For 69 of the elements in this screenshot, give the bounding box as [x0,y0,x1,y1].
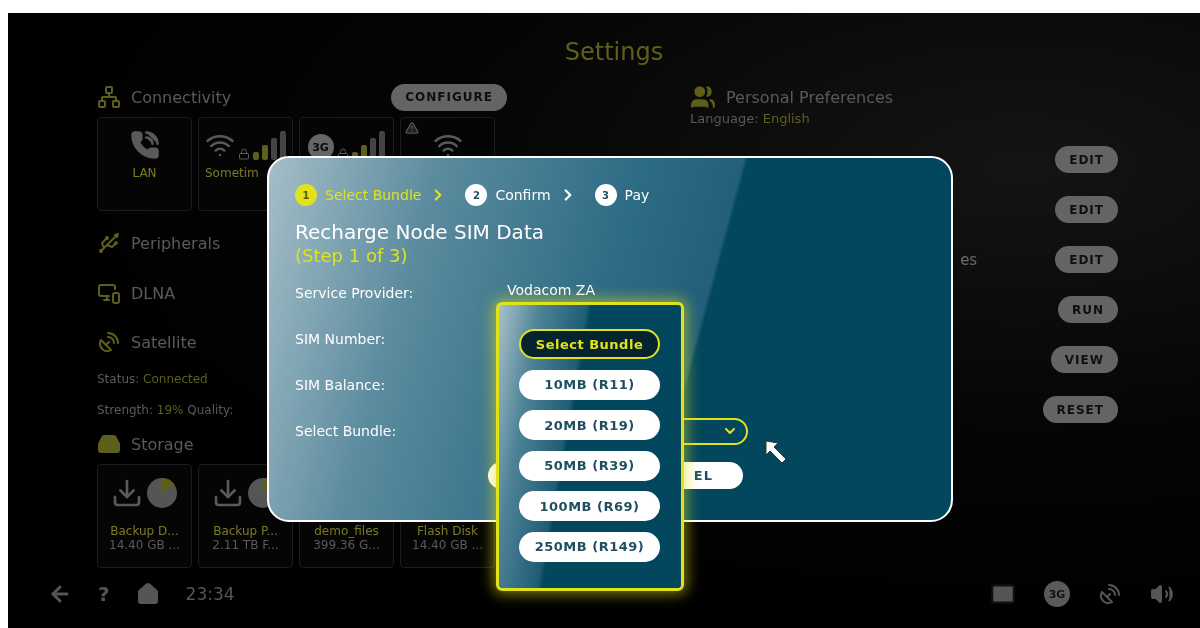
home-icon[interactable] [135,582,160,606]
step-number: 2 [465,184,488,206]
bundle-option[interactable]: 50MB (R39) [519,450,660,481]
bundle-option[interactable]: 10MB (R11) [519,369,660,400]
section-heading: Connectivity [131,87,232,107]
devices-icon [97,281,121,305]
cursor-icon [765,440,787,464]
bundle-option[interactable]: 20MB (R19) [519,410,660,440]
network-icon [97,85,121,109]
action-button[interactable]: RUN [1057,296,1118,323]
step-number: 1 [295,184,317,206]
bundle-option[interactable]: 100MB (R69) [519,491,660,521]
action-button[interactable]: EDIT [1055,146,1118,173]
drive-detail: 399.36 G... [313,538,380,552]
lock-icon [237,148,250,160]
warning-icon [405,121,419,135]
drive-name: Backup D... [110,524,179,538]
page-title: Settings [563,37,665,67]
drive-detail: 2.11 TB F... [212,538,279,552]
language-text: Language: English [690,111,811,126]
satellite-dish-icon[interactable] [1098,582,1122,606]
field-value: Vodacom ZA [507,282,596,298]
drive-detail: 14.40 GB ... [109,538,180,552]
phone-icon [129,130,160,160]
drive-name: Flash Disk [416,524,478,538]
drive-name: Backup P... [213,524,278,538]
drive-name: demo_files [314,524,379,538]
configure-button[interactable]: CONFIGURE [391,83,507,111]
cellular-button[interactable]: 3G [1044,581,1070,607]
bundle-option[interactable]: Select Bundle [519,329,660,359]
section-heading: Satellite [131,332,197,352]
pie-chart-icon [146,477,178,509]
satellite-dish-icon [97,330,121,354]
section-heading: DLNA [131,283,176,303]
usb-icon [97,231,121,255]
action-button[interactable]: EDIT [1055,246,1118,273]
tile-label: LAN [132,166,157,180]
step-label: Select Bundle [325,187,422,203]
section-heading: Personal Preferences [726,87,894,107]
field-label: Select Bundle: [295,423,398,439]
bundle-option[interactable]: 250MB (R149) [519,531,660,562]
dialog-title: Recharge Node SIM Data [295,220,545,244]
field-label: Service Provider: [295,285,415,301]
section-heading: Storage [131,434,194,454]
users-icon [690,84,716,110]
download-icon [111,477,143,509]
tile-label: Sometim [205,166,259,180]
field-label: SIM Number: [295,331,387,347]
volume-icon[interactable] [1150,582,1174,606]
step-label: Confirm [495,187,551,203]
connection-tile[interactable]: LAN [97,117,192,211]
help-button[interactable]: ? [98,582,110,606]
action-button[interactable]: VIEW [1050,346,1118,373]
setting-label: es [960,250,978,269]
action-button[interactable]: EDIT [1055,196,1118,223]
drive-tile[interactable]: Backup D... 14.40 GB ... [97,464,192,568]
download-icon [212,477,244,509]
section-heading: Peripherals [131,233,221,253]
field-label: SIM Balance: [295,377,387,393]
clock-time: 23:34 [185,584,235,604]
dialog-subtitle: (Step 1 of 3) [295,244,409,268]
drive-icon [97,432,121,456]
action-button[interactable]: RESET [1042,396,1118,423]
step-label: Pay [624,187,650,203]
status-text: Status: Connected [97,371,208,388]
status-text: Strength: 19% Quality: [97,402,234,419]
drive-detail: 14.40 GB ... [412,538,483,552]
step-number: 3 [594,184,617,206]
signal-bars-icon [252,130,287,160]
